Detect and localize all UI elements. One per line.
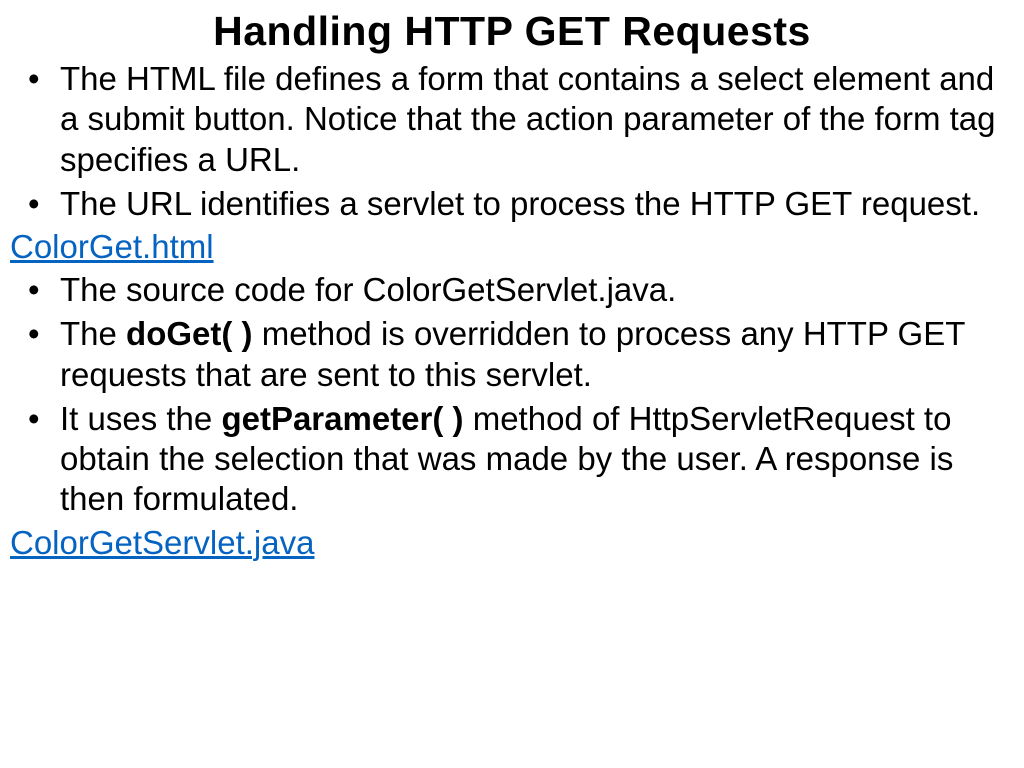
page-title: Handling HTTP GET Requests: [10, 8, 1014, 55]
bold-method-getparameter: getParameter( ): [221, 400, 463, 437]
list-item: The source code for ColorGetServlet.java…: [10, 270, 1014, 310]
bullet-list-top: The HTML file defines a form that contai…: [10, 59, 1014, 224]
list-item: The HTML file defines a form that contai…: [10, 59, 1014, 180]
link-colorgetservlet-java[interactable]: ColorGetServlet.java: [10, 524, 1014, 562]
bullet-list-bottom: The source code for ColorGetServlet.java…: [10, 270, 1014, 520]
text-fragment: It uses the: [60, 400, 221, 437]
list-item: The doGet( ) method is overridden to pro…: [10, 314, 1014, 395]
list-item: It uses the getParameter( ) method of Ht…: [10, 399, 1014, 520]
bold-method-doget: doGet( ): [126, 315, 252, 352]
slide: Handling HTTP GET Requests The HTML file…: [0, 0, 1024, 768]
link-colorget-html[interactable]: ColorGet.html: [10, 228, 1014, 266]
text-fragment: The: [60, 315, 126, 352]
list-item: The URL identifies a servlet to process …: [10, 184, 1014, 224]
